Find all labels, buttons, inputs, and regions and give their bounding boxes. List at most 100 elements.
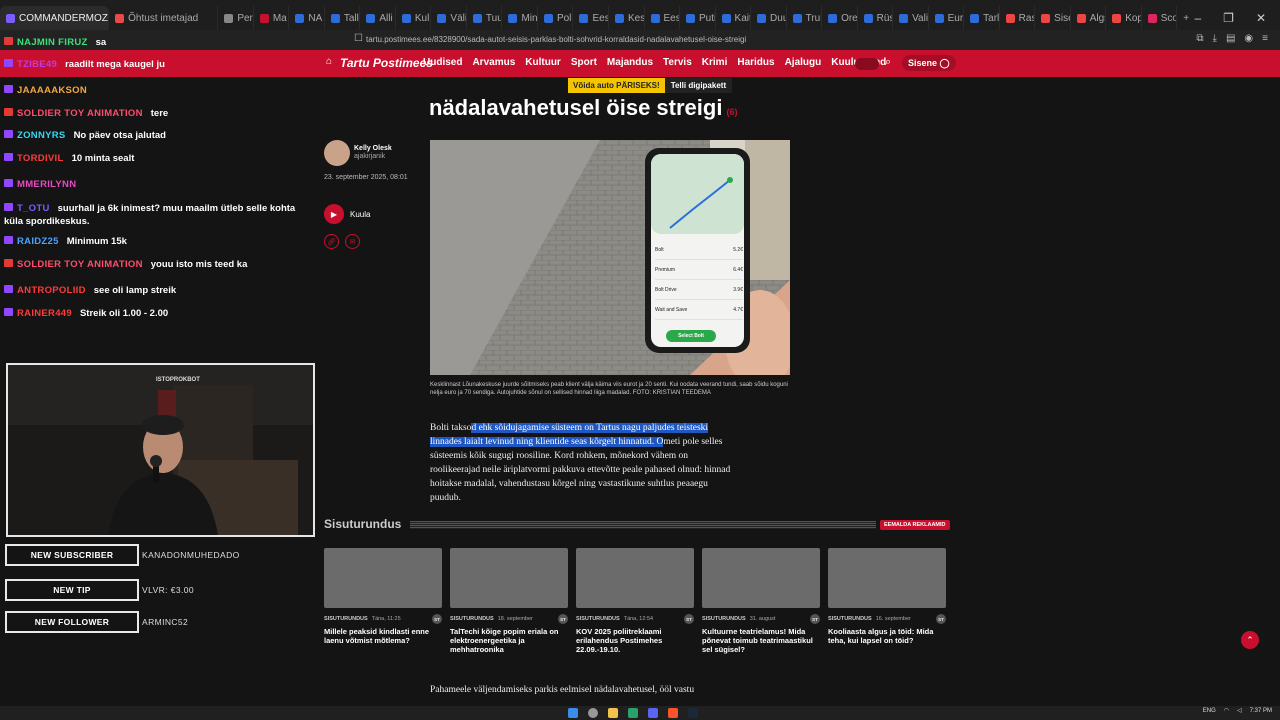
sidebar-icon[interactable]: ▤ [1226,33,1235,44]
browser-tab[interactable]: Eest [645,6,681,30]
profile-icon[interactable]: ◉ [1244,33,1253,44]
ride-option[interactable]: Bolt Drive 3.9€ [655,280,743,300]
discord-icon[interactable] [648,708,658,718]
extensions-icon[interactable]: ⧉ [1196,33,1203,44]
browser-tab[interactable]: Eest [573,6,609,30]
nav-item-majandus[interactable]: Majandus [607,57,653,68]
lang-indicator[interactable]: ENG [1203,708,1216,714]
wifi-icon[interactable]: ◠ [1224,707,1229,714]
card-title[interactable]: Kultuurne teatrielamus! Mida põnevat toi… [702,627,820,654]
card-thumbnail[interactable] [702,548,820,608]
url-field[interactable]: tartu.postimees.ee/8328900/sada-autot-se… [366,32,906,48]
browser-tab[interactable]: COMMANDERMOZZIE [0,6,110,30]
bookmark-icon[interactable]: ☐ [354,33,363,44]
close-icon[interactable]: ✕ [1256,11,1266,25]
sponsored-card[interactable]: SISUTURUNDUS 18. september ST TalTechi kõig… [450,548,568,654]
sponsored-card[interactable]: SISUTURUNDUS 16. september ST Kooliaasta al… [828,548,946,654]
promo-win-car-button[interactable]: Võida auto PÄRISEKS! [568,78,665,93]
link-icon[interactable]: 🔗︎ [324,234,339,249]
clock[interactable]: 7:37 PM [1250,708,1272,714]
browser-tab[interactable]: Duu [751,6,787,30]
nav-item-uudised[interactable]: Uudised [423,57,462,68]
menu-icon[interactable]: ≡ [1262,33,1268,44]
st-badge: ST [432,614,442,624]
browser-tab[interactable]: Polii [538,6,574,30]
brave-icon[interactable] [668,708,678,718]
theme-toggle[interactable] [855,58,879,70]
nav-item-arvamus[interactable]: Arvamus [472,57,515,68]
card-thumbnail[interactable] [450,548,568,608]
tab-favicon-icon [472,13,482,23]
browser-tab[interactable]: Õhtust imetajad [109,6,219,30]
browser-tab[interactable]: Ma [254,6,290,30]
sponsored-card[interactable]: SISUTURUNDUS 31. august ST Kultuurne teatri… [702,548,820,654]
card-thumbnail[interactable] [576,548,694,608]
chat-text: raadilt mega kaugel ju [65,59,165,70]
browser-tab[interactable]: Trui [787,6,823,30]
file-explorer-icon[interactable] [608,708,618,718]
site-logo[interactable]: Tartu Postimees [340,56,433,70]
browser-tab[interactable]: Kesl [609,6,645,30]
card-title[interactable]: KOV 2025 poliitreklaami erilahendus Post… [576,627,694,654]
browser-tab[interactable]: Sco [1142,6,1178,30]
ride-option[interactable]: Bolt 5.2€ [655,240,743,260]
search-icon[interactable]: ⌕ [885,56,891,69]
nav-item-tervis[interactable]: Tervis [663,57,692,68]
minimize-icon[interactable]: – [1194,11,1201,25]
login-button[interactable]: Sisene ◯ [902,55,956,71]
browser-tab[interactable]: Tarl [964,6,1000,30]
back-to-top-button[interactable]: ⌃ [1241,631,1259,649]
browser-tab[interactable]: Rüs [858,6,894,30]
browser-tab[interactable]: Kait [716,6,752,30]
browser-tab[interactable]: Per [218,6,254,30]
card-title[interactable]: Kooliaasta algus ja töid: Mida teha, kui… [828,627,946,645]
steam-icon[interactable] [688,708,698,718]
remove-ads-button[interactable]: EEMALDA REKLAAMID [880,520,950,530]
card-title[interactable]: Millele peaksid kindlasti enne laenu võt… [324,627,442,645]
windows-start-icon[interactable] [568,708,578,718]
sponsored-card[interactable]: SISUTURUNDUS Täna, 12:54 ST KOV 2025 poliit… [576,548,694,654]
browser-tab[interactable]: Min [502,6,538,30]
browser-tab[interactable]: Talli [325,6,361,30]
author-name[interactable]: Kelly Olesk [354,145,392,152]
browser-tab[interactable]: Ras [1000,6,1036,30]
card-thumbnail[interactable] [828,548,946,608]
maximize-icon[interactable]: ❐ [1223,11,1234,25]
tab-label: COMMANDERMOZZIE [19,12,108,24]
home-icon[interactable]: ⌂ [326,56,332,67]
browser-tab[interactable]: Sise [1035,6,1071,30]
search-icon[interactable] [588,708,598,718]
ride-option[interactable]: Wait and Save 4.7€ [655,300,743,320]
listen-button[interactable]: ▶ Kuula [324,204,370,224]
comment-count[interactable]: (6) [726,107,737,117]
browser-tab[interactable]: Kul [396,6,432,30]
app-icon[interactable] [628,708,638,718]
browser-tab[interactable]: Väli [431,6,467,30]
ride-option[interactable]: Premium 6.4€ [655,260,743,280]
tab-label: Algs [1089,12,1106,24]
subscribe-button[interactable]: Telli digipakett [664,78,733,93]
volume-icon[interactable]: ◁ [1237,707,1242,714]
chat-username: RAIDZ25 [17,236,59,247]
new-tab-button[interactable]: + [1177,6,1194,30]
browser-tab[interactable]: Kop [1106,6,1142,30]
browser-tab[interactable]: Tuul [467,6,503,30]
browser-tab[interactable]: Euro [929,6,965,30]
browser-tab[interactable]: Algs [1071,6,1107,30]
browser-tab[interactable]: Alli [360,6,396,30]
nav-item-kultuur[interactable]: Kultuur [525,57,561,68]
select-bolt-button[interactable]: Select Bolt [666,330,716,342]
nav-item-haridus[interactable]: Haridus [737,57,774,68]
browser-tab[interactable]: Puti [680,6,716,30]
card-thumbnail[interactable] [324,548,442,608]
browser-tab[interactable]: NA [289,6,325,30]
email-icon[interactable]: ✉ [345,234,360,249]
nav-item-ajalugu[interactable]: Ajalugu [785,57,822,68]
browser-tab[interactable]: Orei [822,6,858,30]
sponsored-card[interactable]: SISUTURUNDUS Täna, 11:25 ST Millele peaksid… [324,548,442,654]
nav-item-krimi[interactable]: Krimi [702,57,728,68]
nav-item-sport[interactable]: Sport [571,57,597,68]
card-title[interactable]: TalTechi kõige popim eriala on elektroen… [450,627,568,654]
download-icon[interactable]: ⤓ [1213,33,1217,44]
browser-tab[interactable]: Vali [893,6,929,30]
